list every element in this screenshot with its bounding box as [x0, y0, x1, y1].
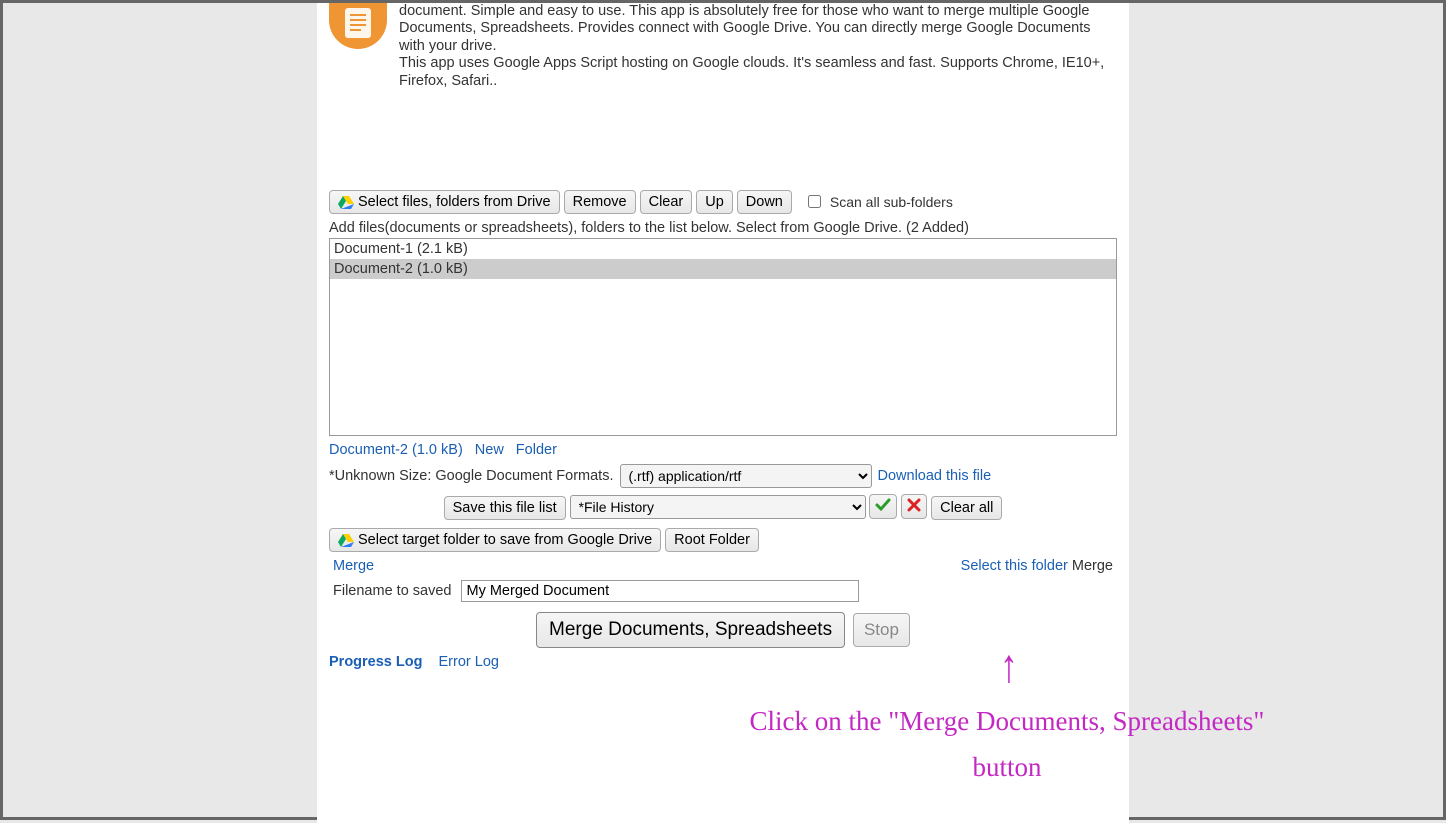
format-label: *Unknown Size: Google Document Formats.	[329, 468, 614, 484]
selected-file-link[interactable]: Document-2 (1.0 kB)	[329, 442, 463, 458]
up-button[interactable]: Up	[696, 190, 733, 214]
annotation-arrow: ↑	[1000, 639, 1018, 694]
root-folder-button[interactable]: Root Folder	[665, 528, 759, 552]
select-target-folder-button[interactable]: Select target folder to save from Google…	[329, 528, 661, 552]
remove-button[interactable]: Remove	[564, 190, 636, 214]
app-description: document. Simple and easy to use. This a…	[399, 3, 1117, 90]
select-folder-link[interactable]: Select this folder	[961, 558, 1068, 574]
down-button[interactable]: Down	[737, 190, 792, 214]
annotation-text: Click on the "Merge Documents, Spreadshe…	[747, 699, 1267, 791]
drive-icon	[338, 533, 354, 547]
folder-link[interactable]: Folder	[516, 442, 557, 458]
save-file-list-button[interactable]: Save this file list	[444, 496, 566, 520]
scan-subfolders-checkbox[interactable]: Scan all sub-folders	[804, 192, 953, 211]
file-history-select[interactable]: *File History	[570, 495, 866, 519]
merge-documents-button[interactable]: Merge Documents, Spreadsheets	[536, 612, 845, 648]
scan-subfolders-input[interactable]	[808, 195, 821, 208]
download-file-link[interactable]: Download this file	[878, 468, 992, 484]
format-select[interactable]: (.rtf) application/rtf	[620, 464, 872, 488]
x-icon	[907, 498, 921, 515]
progress-log-tab[interactable]: Progress Log	[329, 654, 422, 670]
add-files-hint: Add files(documents or spreadsheets), fo…	[329, 220, 1117, 236]
filename-input[interactable]	[461, 580, 859, 602]
merge-link[interactable]: Merge	[333, 558, 374, 574]
clear-all-button[interactable]: Clear all	[931, 496, 1002, 520]
file-list-item[interactable]: Document-1 (2.1 kB)	[330, 239, 1116, 259]
stop-button[interactable]: Stop	[853, 613, 910, 647]
app-icon	[329, 3, 387, 49]
file-list-item[interactable]: Document-2 (1.0 kB)	[330, 259, 1116, 279]
filename-label: Filename to saved	[333, 583, 451, 599]
delete-button[interactable]	[901, 494, 927, 519]
select-files-button[interactable]: Select files, folders from Drive	[329, 190, 560, 214]
check-icon	[875, 498, 891, 515]
confirm-button[interactable]	[869, 494, 897, 519]
error-log-tab[interactable]: Error Log	[439, 654, 499, 670]
drive-icon	[338, 195, 354, 209]
scan-subfolders-label: Scan all sub-folders	[830, 194, 953, 210]
file-list[interactable]: Document-1 (2.1 kB)Document-2 (1.0 kB)	[329, 238, 1117, 436]
merge-text: Merge	[1072, 558, 1113, 574]
clear-button[interactable]: Clear	[640, 190, 693, 214]
new-link[interactable]: New	[475, 442, 504, 458]
